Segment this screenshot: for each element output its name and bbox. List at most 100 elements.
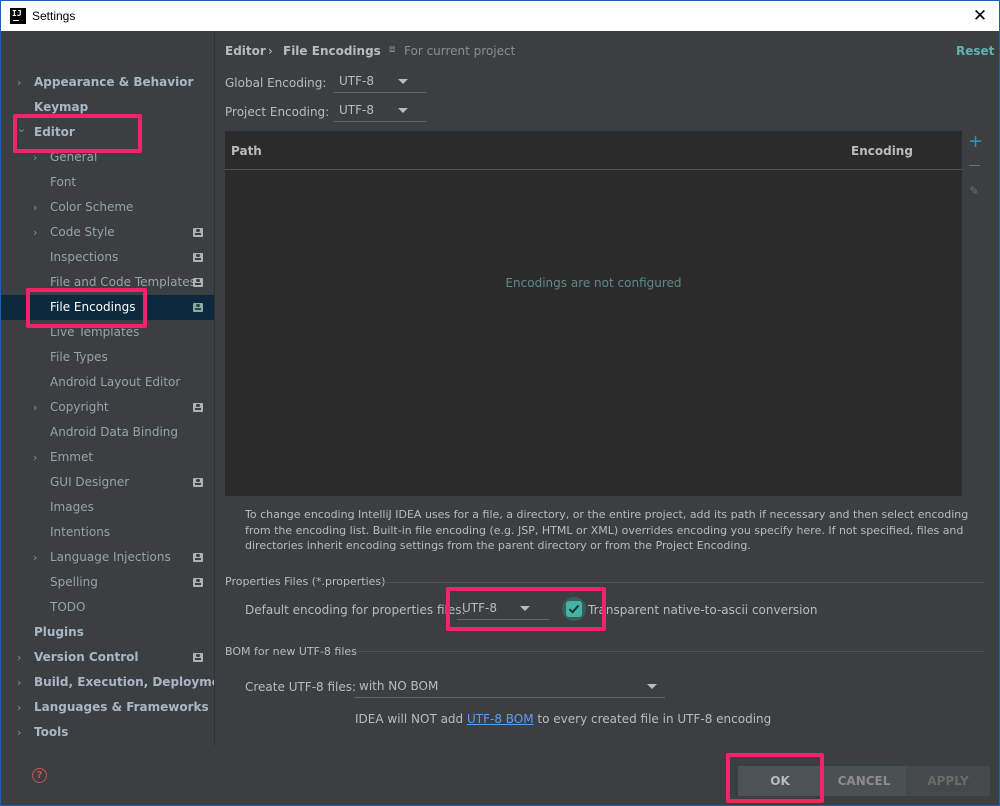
sidebar-item-gui-designer[interactable]: GUI Designer (1, 470, 214, 495)
bom-note: IDEA will NOT add UTF-8 BOM to every cre… (355, 712, 771, 726)
chevron-right-icon[interactable]: › (33, 445, 43, 470)
sidebar-item-label: Android Layout Editor (50, 375, 181, 389)
table-header-divider (225, 169, 962, 170)
sidebar-item-emmet[interactable]: › Emmet (1, 445, 214, 470)
chevron-right-icon[interactable]: › (33, 145, 43, 170)
project-encoding-value: UTF-8 (339, 103, 374, 117)
sidebar-item-color-scheme[interactable]: › Color Scheme (1, 195, 214, 220)
breadcrumb-root[interactable]: Editor (225, 44, 266, 58)
sidebar-item-label: Images (50, 500, 94, 514)
sidebar-item-android-data-binding[interactable]: Android Data Binding (1, 420, 214, 445)
sidebar-item-file-encodings[interactable]: File Encodings (1, 295, 214, 320)
ok-button[interactable]: OK (738, 766, 822, 796)
encodings-table[interactable]: Path Encoding Encodings are not configur… (225, 131, 962, 496)
sidebar-item-font[interactable]: Font (1, 170, 214, 195)
chevron-down-icon[interactable]: ⌄ (17, 116, 27, 141)
sidebar-item-android-layout-editor[interactable]: Android Layout Editor (1, 370, 214, 395)
project-scope-icon: ⧈ (389, 44, 396, 55)
chevron-right-icon[interactable]: › (33, 220, 43, 245)
chevron-right-icon[interactable]: › (17, 70, 27, 95)
project-level-icon (193, 303, 203, 312)
sidebar-item-editor[interactable]: ⌄ Editor (1, 120, 214, 145)
sidebar-item-build-execution-deployment[interactable]: › Build, Execution, Deployment (1, 670, 234, 695)
bom-select[interactable]: with NO BOM (354, 676, 665, 698)
sidebar-item-live-templates[interactable]: Live Templates (1, 320, 214, 345)
project-level-icon (193, 553, 203, 562)
apply-button[interactable]: APPLY (906, 766, 990, 796)
sidebar-item-language-injections[interactable]: › Language Injections (1, 545, 214, 570)
chevron-down-icon (647, 684, 657, 689)
native-to-ascii-label[interactable]: Transparent native-to-ascii conversion (588, 603, 817, 617)
properties-section-title: Properties Files (*.properties) (225, 575, 386, 588)
cancel-button[interactable]: CANCEL (822, 766, 906, 796)
intellij-app-icon: IJ (10, 8, 26, 24)
sidebar-item-images[interactable]: Images (1, 495, 214, 520)
project-level-icon (193, 653, 203, 662)
add-icon[interactable]: + (968, 133, 983, 151)
sidebar-item-appearance-behavior[interactable]: › Appearance & Behavior (1, 70, 214, 95)
sidebar-item-label: Emmet (50, 450, 94, 464)
edit-icon[interactable]: ✎ (969, 184, 979, 198)
chevron-down-icon (520, 606, 530, 611)
project-level-icon (193, 278, 203, 287)
bom-select-value: with NO BOM (359, 679, 439, 693)
close-icon[interactable]: ✕ (971, 7, 989, 25)
project-level-icon (193, 228, 203, 237)
column-header-encoding[interactable]: Encoding (851, 144, 913, 158)
global-encoding-select[interactable]: UTF-8 (334, 71, 426, 93)
sidebar-item-label: File Encodings (50, 300, 136, 314)
sidebar-item-tools[interactable]: › Tools (1, 720, 214, 745)
remove-icon[interactable] (969, 165, 980, 166)
sidebar-item-inspections[interactable]: Inspections (1, 245, 214, 270)
window-title: Settings (32, 9, 76, 23)
chevron-right-icon[interactable]: › (17, 720, 27, 745)
sidebar-item-code-style[interactable]: › Code Style (1, 220, 214, 245)
sidebar-item-label: Intentions (50, 525, 111, 539)
native-to-ascii-checkbox[interactable] (566, 601, 582, 617)
properties-encoding-value: UTF-8 (462, 601, 497, 615)
sidebar-item-label: File Types (50, 350, 108, 364)
chevron-right-icon[interactable]: › (33, 395, 43, 420)
sidebar-item-plugins[interactable]: Plugins (1, 620, 214, 645)
breadcrumb-separator: › (268, 44, 273, 58)
project-encoding-select[interactable]: UTF-8 (334, 100, 426, 122)
settings-sidebar: › Appearance & Behavior Keymap ⌄ Editor › Gene… (1, 31, 234, 746)
chevron-right-icon[interactable]: › (17, 695, 27, 720)
chevron-down-icon (398, 79, 408, 84)
sidebar-item-version-control[interactable]: › Version Control (1, 645, 214, 670)
sidebar-item-spelling[interactable]: Spelling (1, 570, 214, 595)
chevron-right-icon[interactable]: › (33, 195, 43, 220)
sidebar-item-intentions[interactable]: Intentions (1, 520, 214, 545)
sidebar-item-todo[interactable]: TODO (1, 595, 214, 620)
project-level-icon (193, 403, 203, 412)
section-divider (380, 582, 985, 583)
global-encoding-value: UTF-8 (339, 74, 374, 88)
empty-table-message: Encodings are not configured (505, 276, 682, 290)
title-bar: IJ Settings ✕ (0, 0, 1000, 31)
sidebar-item-label: Plugins (34, 625, 84, 639)
sidebar-item-copyright[interactable]: › Copyright (1, 395, 214, 420)
sidebar-item-label: Editor (34, 125, 75, 139)
sidebar-item-label: Copyright (50, 400, 109, 414)
create-utf8-label: Create UTF-8 files: (245, 680, 357, 694)
chevron-right-icon[interactable]: › (17, 645, 27, 670)
sidebar-item-general[interactable]: › General (1, 145, 214, 170)
sidebar-item-file-and-code-templates[interactable]: File and Code Templates (1, 270, 214, 295)
sidebar-item-label: Color Scheme (50, 200, 134, 214)
sidebar-item-label: Live Templates (50, 325, 140, 339)
sidebar-item-file-types[interactable]: File Types (1, 345, 214, 370)
properties-encoding-select[interactable]: UTF-8 (457, 598, 549, 620)
sidebar-item-label: Inspections (50, 250, 119, 264)
project-encoding-label: Project Encoding: (225, 105, 330, 119)
sidebar-item-label: General (50, 150, 98, 164)
sidebar-item-label: Language Injections (50, 550, 171, 564)
chevron-right-icon[interactable]: › (33, 545, 43, 570)
sidebar-item-label: Code Style (50, 225, 115, 239)
sidebar-item-keymap[interactable]: Keymap (1, 95, 214, 120)
reset-link[interactable]: Reset (956, 44, 994, 58)
column-header-path[interactable]: Path (231, 144, 262, 158)
chevron-right-icon[interactable]: › (17, 670, 27, 695)
help-icon[interactable]: ? (32, 768, 47, 783)
utf8-bom-link[interactable]: UTF-8 BOM (467, 712, 534, 726)
sidebar-item-languages-frameworks[interactable]: › Languages & Frameworks (1, 695, 214, 720)
